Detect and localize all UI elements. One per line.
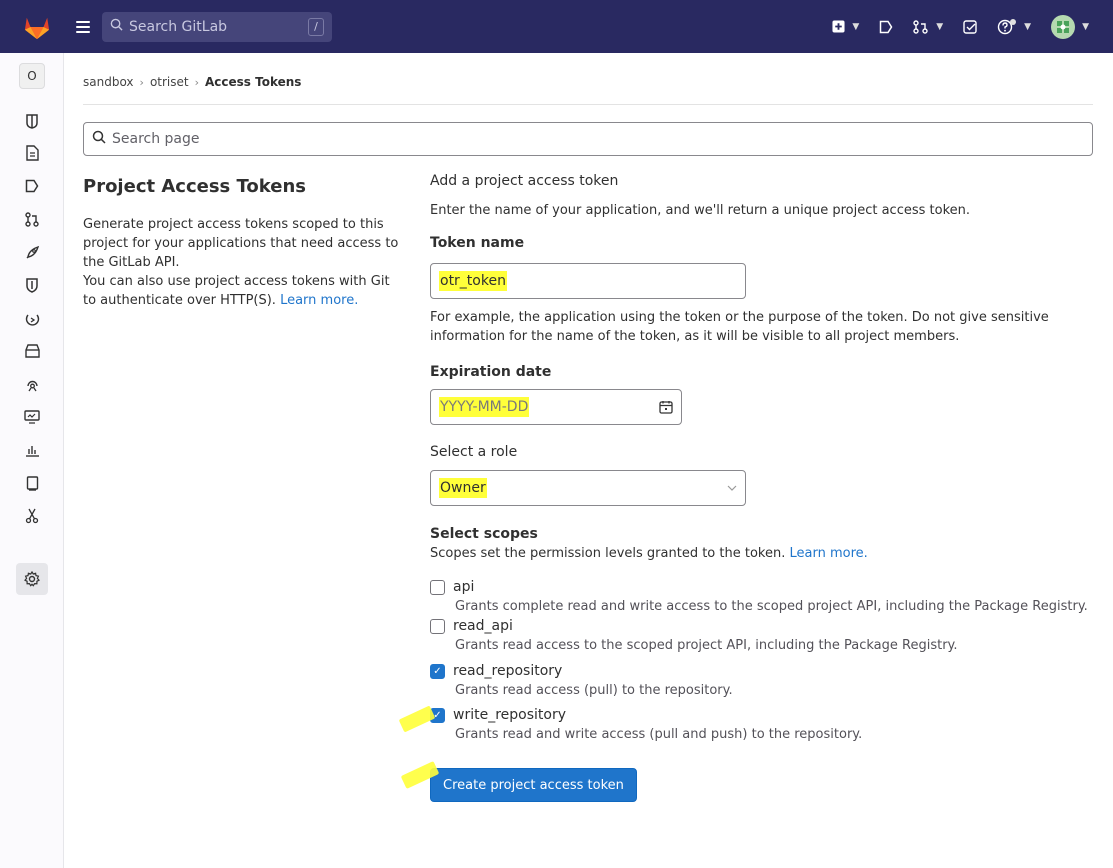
todo-checkbox-icon [963,19,977,34]
help-button[interactable]: ▼ [997,18,1032,35]
intro-description-1: Generate project access tokens scoped to… [83,217,399,270]
intro-section: Project Access Tokens Generate project a… [83,176,403,310]
issues-button[interactable] [879,20,893,34]
page-title: Project Access Tokens [83,176,307,197]
breadcrumb-otriset[interactable]: otriset [150,75,189,89]
checkbox-read-repository[interactable]: ✓ [430,663,445,679]
expiration-label: Expiration date [430,364,552,380]
expiration-placeholder: YYYY-MM-DD [439,397,530,417]
scopes-help: Scopes set the permission levels granted… [430,544,1095,563]
search-placeholder: Search GitLab [129,18,228,35]
issues-icon [879,20,893,33]
scope-description-api: Grants complete read and write access to… [455,599,1088,614]
issues-icon[interactable] [22,176,42,196]
search-icon [110,18,123,35]
scope-name-read-api: read_api [453,618,513,634]
repository-icon[interactable] [22,143,42,163]
top-navbar: Search GitLab / ▼ ▼ ▼ ▼ [0,0,1113,53]
todos-button[interactable] [963,19,977,34]
deployments-icon[interactable] [22,309,42,329]
scope-read-repository[interactable]: ✓ read_repository [430,663,1095,679]
snippets-scissors-icon[interactable] [22,506,42,526]
scope-read-api[interactable]: read_api [430,618,1095,634]
scope-name-api: api [453,579,475,595]
scope-name-read-repository: read_repository [453,663,563,679]
infrastructure-icon[interactable] [22,374,42,394]
checkbox-api[interactable] [430,579,445,595]
form-section-help: Enter the name of your application, and … [430,203,971,218]
breadcrumb-sandbox[interactable]: sandbox [83,75,134,89]
create-new-button[interactable]: ▼ [832,20,859,33]
breadcrumb-current[interactable]: Access Tokens [205,75,301,89]
token-form: Add a project access token Enter the nam… [430,173,1095,802]
search-page-placeholder: Search page [112,131,200,147]
token-name-input[interactable]: otr_token [430,263,746,299]
scopes-list: api Grants complete read and write acces… [430,579,1095,742]
chevron-down-icon: ▼ [936,21,944,32]
merge-request-icon [913,19,928,34]
security-shield-icon[interactable] [22,275,42,295]
chevron-down-icon: ▼ [1082,21,1089,32]
sidebar: O [0,53,64,868]
search-shortcut-badge: / [308,17,324,36]
ci-cd-rocket-icon[interactable] [22,242,42,262]
merge-requests-icon[interactable] [22,209,42,229]
form-section-title: Add a project access token [430,173,619,189]
expiration-date-input[interactable]: YYYY-MM-DD [430,389,682,425]
scope-description-write-repository: Grants read and write access (pull and p… [455,727,863,742]
calendar-icon[interactable] [659,400,673,414]
monitor-icon[interactable] [22,407,42,427]
scope-api[interactable]: api [430,579,1095,595]
chevron-right-icon: › [194,75,199,89]
scopes-learn-more-link[interactable]: Learn more. [789,546,867,561]
divider [83,104,1093,105]
merge-requests-button[interactable]: ▼ [913,19,944,34]
learn-more-link[interactable]: Learn more. [280,293,358,308]
settings-gear-icon[interactable] [16,563,48,595]
gitlab-logo-icon[interactable] [22,14,52,40]
chevron-down-icon: ▼ [852,21,860,32]
scopes-label: Select scopes [430,526,538,542]
token-name-value: otr_token [439,271,507,291]
project-avatar[interactable]: O [19,63,45,89]
scope-description-read-repository: Grants read access (pull) to the reposit… [455,683,733,698]
plus-square-icon [832,20,845,33]
token-name-label: Token name [430,235,525,251]
role-label: Select a role [430,444,518,460]
role-select[interactable]: Owner [430,470,746,506]
search-icon [92,130,106,148]
user-menu-button[interactable]: ▼ [1051,14,1089,39]
create-token-button[interactable]: Create project access token [430,768,637,802]
chevron-down-icon: ▼ [1024,21,1032,32]
scope-description-read-api: Grants read access to the scoped project… [455,638,958,653]
role-value: Owner [439,478,487,498]
wiki-icon[interactable] [22,473,42,493]
token-name-help: For example, the application using the t… [430,310,1049,344]
project-overview-icon[interactable] [22,111,42,131]
breadcrumb: sandbox › otriset › Access Tokens [83,75,301,89]
analytics-icon[interactable] [22,440,42,460]
chevron-right-icon: › [139,75,144,89]
packages-icon[interactable] [22,341,42,361]
search-page-input[interactable]: Search page [83,122,1093,156]
search-gitlab-input[interactable]: Search GitLab / [102,11,332,42]
main-menu-icon[interactable] [76,20,90,33]
chevron-down-icon [727,485,737,491]
scope-name-write-repository: write_repository [453,707,566,723]
help-icon [997,18,1017,34]
checkbox-read-api[interactable] [430,618,445,634]
intro-description: Generate project access tokens scoped to… [83,215,403,310]
scopes-help-text: Scopes set the permission levels granted… [430,546,786,561]
avatar [1051,14,1076,39]
scope-write-repository[interactable]: ✓ write_repository [430,707,1095,723]
